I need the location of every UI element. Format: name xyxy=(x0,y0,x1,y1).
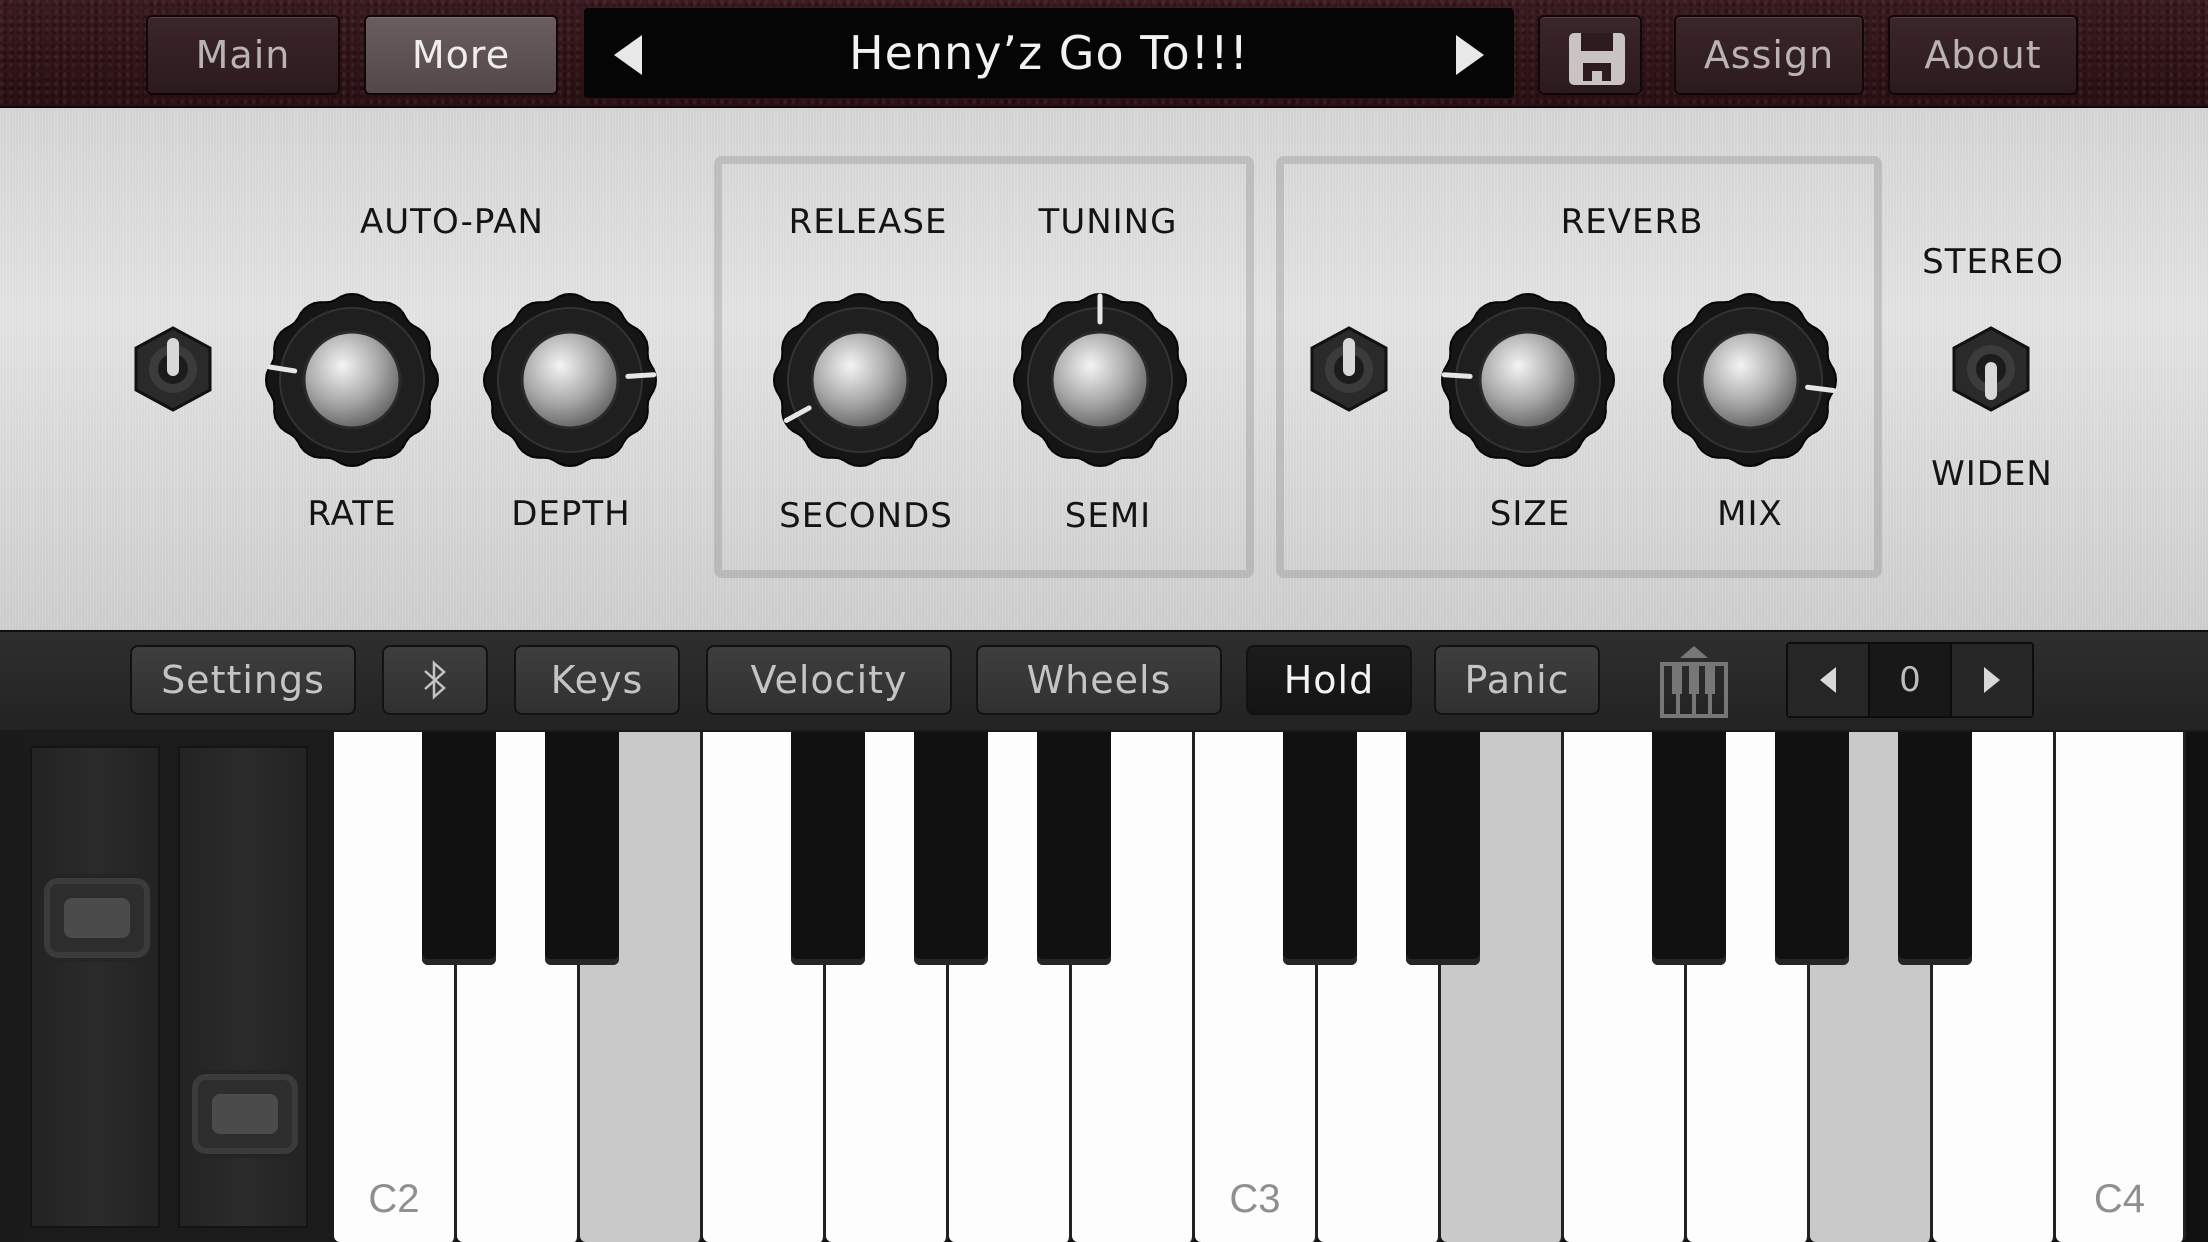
stereo-title: STEREO xyxy=(1922,242,2064,282)
key-label-c3: C3 xyxy=(1229,1177,1281,1221)
key-Gsharp2[interactable] xyxy=(914,732,988,965)
tuning-knob[interactable] xyxy=(1010,290,1190,470)
bluetooth-button[interactable] xyxy=(382,645,488,715)
knob-indicator xyxy=(1805,384,1836,394)
key-Fsharp3[interactable] xyxy=(1652,732,1726,965)
velocity-button[interactable]: Velocity xyxy=(706,645,952,715)
key-Gsharp3[interactable] xyxy=(1775,732,1849,965)
octave-value: 0 xyxy=(1899,660,1921,700)
key-Dsharp2[interactable] xyxy=(545,732,619,965)
wheels-area xyxy=(18,732,328,1242)
key-Csharp3[interactable] xyxy=(1283,732,1357,965)
release-knob[interactable] xyxy=(770,290,950,470)
autopan-toggle-switch[interactable] xyxy=(128,324,218,414)
rate-label: RATE xyxy=(307,494,397,534)
settings-button[interactable]: Settings xyxy=(130,645,356,715)
key-label-c4: C4 xyxy=(2093,1177,2146,1221)
save-icon xyxy=(1569,33,1625,85)
knob-indicator xyxy=(1441,372,1473,379)
octave-up-button[interactable] xyxy=(1950,644,2032,716)
octave-selector: 0 xyxy=(1786,642,2034,718)
preset-selector: Henny’z Go To!!! xyxy=(584,8,1514,98)
rate-knob[interactable] xyxy=(262,290,442,470)
keys-button[interactable]: Keys xyxy=(514,645,680,715)
knob-cap xyxy=(1478,330,1578,430)
key-label-c2: C2 xyxy=(368,1177,420,1221)
mod-wheel-handle[interactable] xyxy=(192,1074,298,1154)
depth-label: DEPTH xyxy=(511,494,631,534)
reverb-mix-knob[interactable] xyxy=(1660,290,1840,470)
piano-layout-icon[interactable] xyxy=(1660,644,1728,718)
save-button[interactable] xyxy=(1538,15,1642,95)
octave-down-icon xyxy=(1820,667,1836,693)
octave-up-icon xyxy=(1984,667,2000,693)
bluetooth-icon xyxy=(424,660,446,700)
stereo-widen-toggle-switch[interactable] xyxy=(1946,324,2036,414)
key-Dsharp3[interactable] xyxy=(1406,732,1480,965)
pitch-wheel-handle[interactable] xyxy=(44,878,150,958)
wheels-button[interactable]: Wheels xyxy=(976,645,1222,715)
knob-cap xyxy=(1050,330,1150,430)
knob-cap xyxy=(302,330,402,430)
semi-label: SEMI xyxy=(1064,496,1152,536)
knob-indicator xyxy=(625,372,657,379)
more-tab-button[interactable]: More xyxy=(364,15,558,95)
about-button[interactable]: About xyxy=(1888,15,2078,95)
knob-cap xyxy=(520,330,620,430)
assign-button[interactable]: Assign xyxy=(1674,15,1864,95)
effects-panel: AUTO-PAN RATE DEPTH RELEASE TUNING SECON… xyxy=(0,108,2208,630)
next-preset-arrow-icon[interactable] xyxy=(1456,35,1484,75)
seconds-label: SECONDS xyxy=(779,496,953,536)
key-Asharp3[interactable] xyxy=(1898,732,1972,965)
widen-label: WIDEN xyxy=(1931,454,2053,494)
hold-button[interactable]: Hold xyxy=(1246,645,1412,715)
reverb-toggle-switch[interactable] xyxy=(1304,324,1394,414)
knob-cap xyxy=(1700,330,1800,430)
key-Fsharp2[interactable] xyxy=(791,732,865,965)
release-title: RELEASE xyxy=(788,202,948,242)
autopan-title: AUTO-PAN xyxy=(360,202,544,242)
depth-knob[interactable] xyxy=(480,290,660,470)
mix-label: MIX xyxy=(1717,494,1783,534)
panic-button[interactable]: Panic xyxy=(1434,645,1600,715)
keyboard-control-strip: Settings Keys Velocity Wheels Hold Panic… xyxy=(0,630,2208,730)
key-C4[interactable]: C4 xyxy=(2056,732,2186,1242)
knob-cap xyxy=(810,330,910,430)
prev-preset-arrow-icon[interactable] xyxy=(614,35,642,75)
reverb-title: REVERB xyxy=(1560,202,1704,242)
reverb-size-knob[interactable] xyxy=(1438,290,1618,470)
key-Asharp2[interactable] xyxy=(1037,732,1111,965)
key-Csharp2[interactable] xyxy=(422,732,496,965)
tuning-title: TUNING xyxy=(1038,202,1178,242)
preset-name[interactable]: Henny’z Go To!!! xyxy=(664,8,1434,98)
size-label: SIZE xyxy=(1489,494,1571,534)
octave-down-button[interactable] xyxy=(1788,644,1870,716)
top-bar: Main More Henny’z Go To!!! Assign About xyxy=(0,0,2208,108)
mod-wheel[interactable] xyxy=(178,746,308,1228)
pitch-wheel[interactable] xyxy=(30,746,160,1228)
piano-keyboard: C2 C3 C4 xyxy=(334,732,2208,1242)
main-tab-button[interactable]: Main xyxy=(146,15,340,95)
